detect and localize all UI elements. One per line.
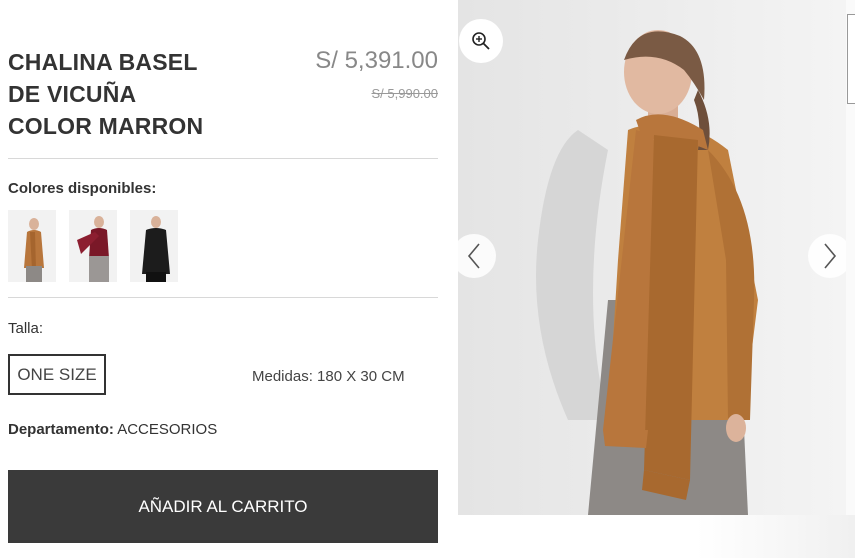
product-image[interactable] [458,0,846,515]
color-swatch-negro[interactable] [130,210,178,282]
thumbnail-item[interactable] [847,14,855,104]
department-value: ACCESORIOS [117,421,218,438]
size-label: Talla: [8,320,44,337]
measurements: Medidas: 180 X 30 CM [252,368,405,385]
divider [8,158,438,159]
measurements-label: Medidas: [252,368,313,385]
gallery-footer [458,515,855,558]
department: Departamento: ACCESORIOS [8,421,217,438]
size-option-button[interactable]: ONE SIZE [8,354,106,395]
divider [8,297,438,298]
swatch-thumbnail [130,210,178,282]
swatch-thumbnail [8,210,56,282]
product-title: CHALINA BASEL DE VICUÑA COLOR MARRON [8,46,248,142]
add-to-cart-button[interactable]: AÑADIR AL CARRITO [8,470,438,543]
gallery-prev-button[interactable] [452,234,496,278]
zoom-button[interactable] [459,19,503,63]
measurements-value: 180 X 30 CM [317,368,405,385]
zoom-in-icon [472,32,490,50]
current-price: S/ 5,391.00 [315,47,438,74]
colors-label: Colores disponibles: [8,180,157,197]
product-photo-illustration [458,0,846,515]
color-swatch-granate[interactable] [69,210,117,282]
original-price: S/ 5,990.00 [371,86,439,101]
department-label: Departamento: [8,421,114,438]
chevron-left-icon [467,243,480,269]
product-title-line: COLOR MARRON [8,113,204,139]
chevron-right-icon [824,243,837,269]
product-title-line: DE VICUÑA [8,81,137,107]
product-title-line: CHALINA BASEL [8,49,198,75]
color-swatch-marron[interactable] [8,210,56,282]
swatch-thumbnail [69,210,117,282]
